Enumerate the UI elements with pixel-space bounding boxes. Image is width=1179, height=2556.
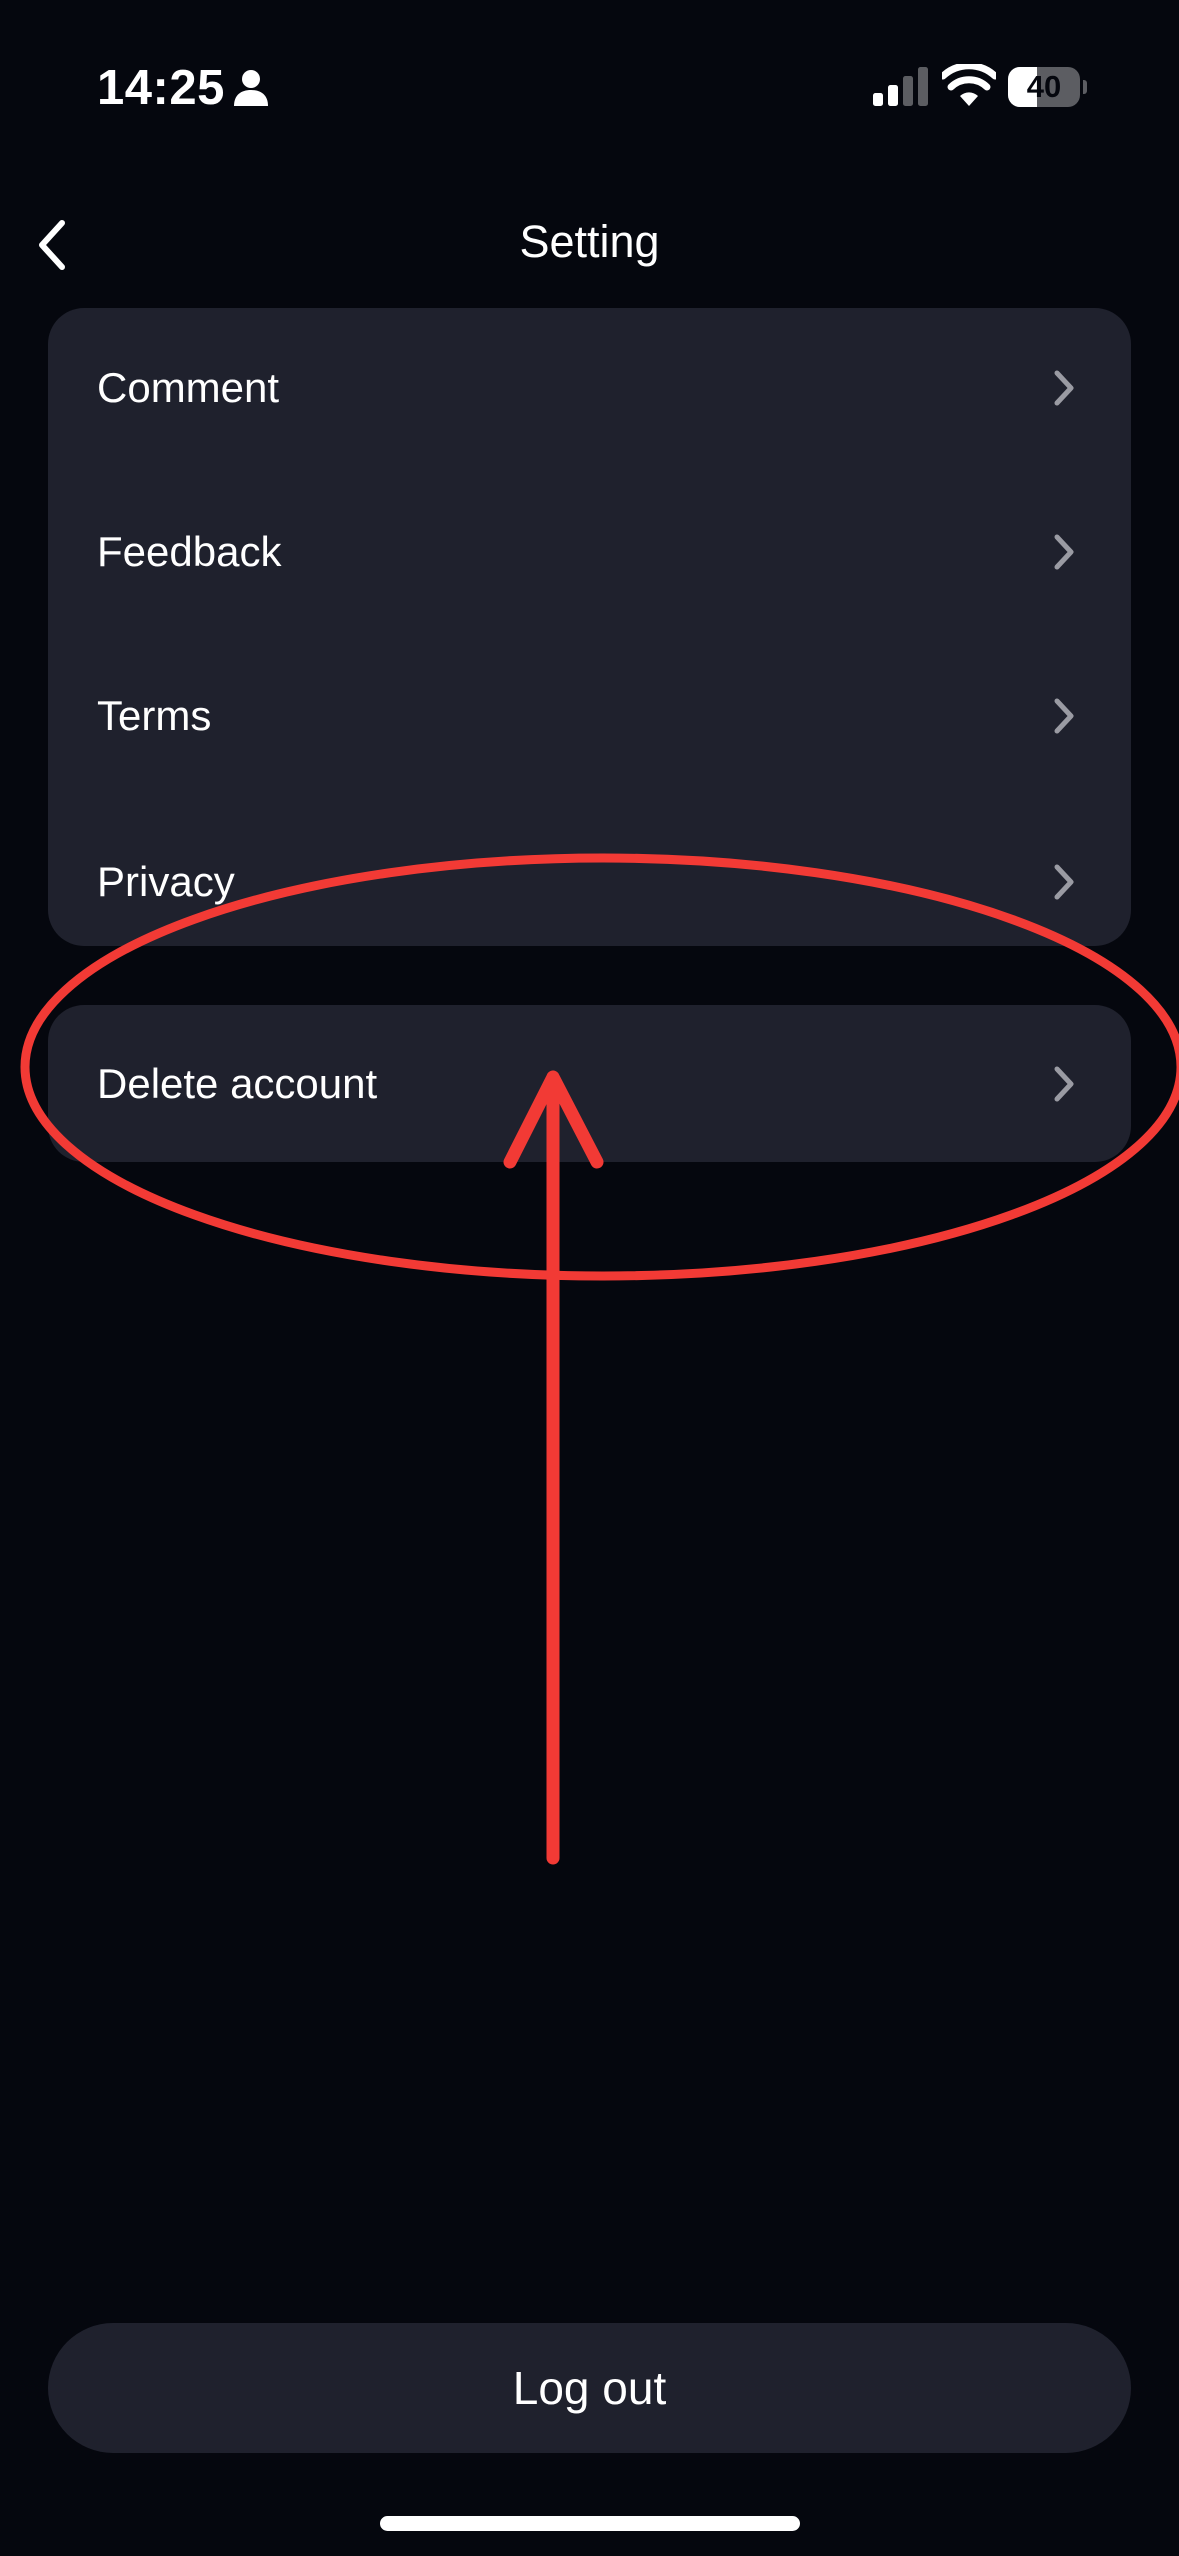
status-bar: 14:25 40 (0, 0, 1179, 175)
battery-percentage: 40 (1026, 69, 1062, 104)
chevron-right-icon (1054, 370, 1074, 406)
settings-item-label: Comment (97, 364, 280, 411)
settings-item-feedback[interactable]: Feedback (48, 472, 1131, 632)
settings-item-terms[interactable]: Terms (48, 636, 1131, 796)
battery-body: 40 (1008, 67, 1080, 107)
delete-account-item[interactable]: Delete account (48, 1005, 1131, 1162)
battery-indicator: 40 (1008, 67, 1087, 107)
page-title: Setting (519, 216, 660, 267)
settings-list-card: Comment Feedback Terms Privacy (48, 308, 1131, 946)
annotation-arrow (503, 1070, 604, 1865)
logout-button[interactable]: Log out (48, 2323, 1131, 2453)
settings-item-label: Feedback (97, 528, 282, 575)
navigation-header: Setting (0, 190, 1179, 300)
chevron-right-icon (1054, 864, 1074, 900)
settings-screen: 14:25 40 Setting Comment Feedback Terms … (0, 0, 1179, 2556)
settings-item-label: Privacy (97, 858, 235, 905)
settings-item-comment[interactable]: Comment (48, 308, 1131, 468)
home-indicator (380, 2516, 800, 2531)
settings-item-label: Terms (97, 692, 212, 739)
settings-item-privacy[interactable]: Privacy (48, 802, 1131, 962)
status-time: 14:25 (97, 61, 225, 115)
battery-cap (1083, 80, 1087, 94)
chevron-right-icon (1054, 1066, 1074, 1101)
delete-account-label: Delete account (97, 1059, 378, 1107)
chevron-right-icon (1054, 698, 1074, 734)
wifi-icon (942, 64, 996, 106)
cellular-signal-icon (873, 67, 928, 106)
delete-account-card: Delete account (48, 1005, 1131, 1162)
person-icon (234, 70, 268, 106)
chevron-right-icon (1054, 534, 1074, 570)
